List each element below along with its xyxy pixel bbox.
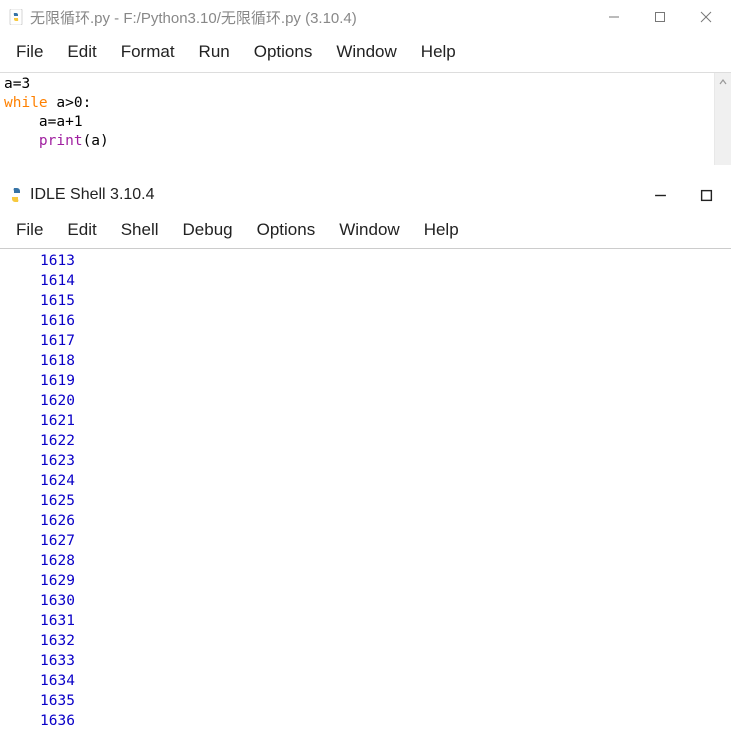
scroll-up-icon[interactable] [715,73,731,90]
shell-titlebar: IDLE Shell 3.10.4 [0,178,731,212]
shell-menu-window[interactable]: Window [327,218,411,242]
python-app-icon [8,187,24,203]
shell-output-line: 1620 [40,391,731,411]
builtin-print: print [39,133,83,149]
shell-window-controls [637,180,729,210]
menu-run[interactable]: Run [187,40,242,64]
window-controls [591,2,729,32]
minimize-button[interactable] [591,2,637,32]
shell-output-line: 1625 [40,491,731,511]
shell-output-line: 1613 [40,251,731,271]
menu-options[interactable]: Options [242,40,325,64]
shell-output-line: 1621 [40,411,731,431]
shell-menubar: File Edit Shell Debug Options Window Hel… [0,212,731,249]
shell-output-line: 1626 [40,511,731,531]
shell-menu-file[interactable]: File [4,218,55,242]
shell-output-line: 1622 [40,431,731,451]
shell-output[interactable]: 1613161416151616161716181619162016211622… [0,249,731,743]
shell-output-line: 1614 [40,271,731,291]
shell-minimize-button[interactable] [637,180,683,210]
editor-window: 无限循环.py - F:/Python3.10/无限循环.py (3.10.4)… [0,0,731,165]
shell-maximize-button[interactable] [683,180,729,210]
shell-output-line: 1635 [40,691,731,711]
shell-output-line: 1636 [40,711,731,731]
shell-output-line: 1617 [40,331,731,351]
menu-file[interactable]: File [4,40,55,64]
shell-output-line: 1633 [40,651,731,671]
menu-help[interactable]: Help [409,40,468,64]
editor-scrollbar[interactable] [714,73,731,165]
python-file-icon [8,9,24,25]
code-line: a=3 [4,76,30,92]
shell-menu-edit[interactable]: Edit [55,218,108,242]
shell-output-line: 1624 [40,471,731,491]
menu-edit[interactable]: Edit [55,40,108,64]
shell-output-line: 1628 [40,551,731,571]
shell-menu-debug[interactable]: Debug [171,218,245,242]
shell-output-line: 1631 [40,611,731,631]
keyword-while: while [4,95,48,111]
close-button[interactable] [683,2,729,32]
code-indent [4,133,39,149]
shell-output-line: 1634 [40,671,731,691]
code-text: (a) [83,133,109,149]
shell-output-line: 1627 [40,531,731,551]
shell-output-line: 1616 [40,311,731,331]
shell-menu-options[interactable]: Options [245,218,328,242]
shell-output-line: 1623 [40,451,731,471]
shell-window: IDLE Shell 3.10.4 File Edit Shell Debug … [0,177,731,743]
shell-output-line: 1629 [40,571,731,591]
menu-window[interactable]: Window [324,40,408,64]
shell-output-line: 1615 [40,291,731,311]
shell-output-line: 1630 [40,591,731,611]
code-text: a>0: [48,95,92,111]
editor-titlebar: 无限循环.py - F:/Python3.10/无限循环.py (3.10.4) [0,0,731,34]
shell-menu-shell[interactable]: Shell [109,218,171,242]
shell-output-line: 1618 [40,351,731,371]
editor-title: 无限循环.py - F:/Python3.10/无限循环.py (3.10.4) [30,7,591,28]
code-line: a=a+1 [4,114,83,130]
maximize-button[interactable] [637,2,683,32]
shell-output-line: 1619 [40,371,731,391]
menu-format[interactable]: Format [109,40,187,64]
shell-title: IDLE Shell 3.10.4 [30,186,637,204]
editor-menubar: File Edit Format Run Options Window Help [0,34,731,73]
shell-output-line: 1632 [40,631,731,651]
shell-menu-help[interactable]: Help [412,218,471,242]
code-editor[interactable]: a=3 while a>0: a=a+1 print(a) [0,73,714,165]
editor-body: a=3 while a>0: a=a+1 print(a) [0,73,731,165]
